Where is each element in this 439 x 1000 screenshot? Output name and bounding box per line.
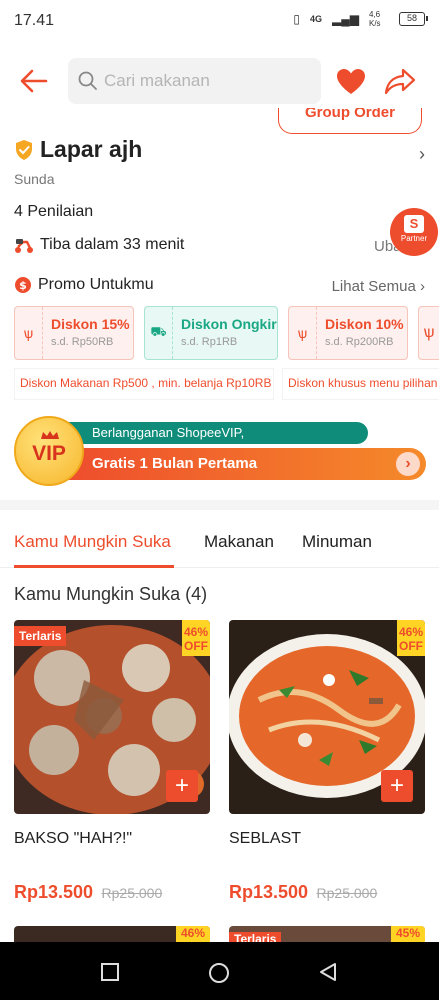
discount-badge: 45%	[391, 926, 425, 942]
product-price: Rp13.500 Rp25.000	[229, 882, 377, 903]
store-header: Lapar ajh › Sunda 4 Penilaian	[14, 136, 425, 221]
partner-label: Partner	[400, 234, 428, 243]
network-speed: 4,6 K/s	[369, 10, 381, 28]
tab-recommended[interactable]: Kamu Mungkin Suka	[14, 532, 171, 552]
best-seller-tag: Terlaris	[229, 932, 282, 942]
shopee-bag-icon: S	[404, 215, 424, 233]
network-type: 4G	[310, 14, 323, 24]
voucher-subtitle: s.d. Rp50RB	[51, 336, 114, 348]
voucher-icon-area: ѱ	[289, 307, 317, 359]
product-price-original: Rp25.000	[101, 885, 163, 901]
product-image-seblast[interactable]: 46% OFF +	[229, 620, 425, 814]
voucher-card[interactable]: ⛟ Diskon Ongkir s.d. Rp1RB	[144, 306, 278, 360]
fork-spoon-icon: ѱ	[423, 324, 435, 341]
voucher-card[interactable]: ѱ Diskon 15% s.d. Rp50RB	[14, 306, 134, 360]
signal-icon: ▂▄▆	[332, 12, 359, 26]
voucher-icon-area: ѱ	[15, 307, 43, 359]
product-card-peek[interactable]: Terlaris 45%	[229, 926, 425, 942]
store-name: Lapar ajh	[40, 136, 143, 162]
search-icon	[78, 71, 97, 90]
delivery-truck-icon: ⛟	[150, 324, 167, 339]
voucher-subtitle: s.d. Rp1RB	[181, 336, 238, 348]
section-divider	[0, 500, 439, 510]
vip-badge-text: VIP	[32, 442, 66, 465]
search-placeholder: Cari makanan	[104, 71, 210, 90]
shopee-vip-banner[interactable]: Berlangganan ShopeeVIP, Gratis 1 Bulan P…	[14, 416, 426, 486]
back-arrow-icon[interactable]	[18, 66, 50, 96]
add-to-cart-button[interactable]: +	[166, 770, 198, 802]
store-title-row[interactable]: Lapar ajh	[14, 136, 425, 163]
promo-description: Diskon khusus menu pilihan	[288, 376, 438, 390]
product-name: SEBLAST	[229, 830, 302, 847]
product-card[interactable]: 46% OFF + SEBLAST Rp13.500 Rp25.000	[229, 620, 425, 902]
store-ratings[interactable]: 4 Penilaian	[14, 203, 425, 221]
voucher-card-peek[interactable]: ѱ	[418, 306, 439, 360]
delivery-eta-text: Tiba dalam 33 menit	[40, 236, 185, 253]
top-bar: Cari makanan	[0, 52, 439, 110]
product-card-peek[interactable]: 46%	[14, 926, 210, 942]
delivery-scooter-icon	[15, 239, 33, 253]
product-card[interactable]: Terlaris 46% OFF + BAKSO "HAH?!" Rp13.500…	[14, 620, 210, 902]
system-nav-bar	[0, 942, 439, 1000]
active-tab-indicator	[14, 565, 174, 568]
tab-drinks[interactable]: Minuman	[302, 532, 372, 552]
menu-tabs: Kamu Mungkin Suka Makanan Minuman	[0, 518, 439, 568]
promo-coin-icon: $	[15, 277, 31, 293]
section-title: Kamu Mungkin Suka (4)	[14, 584, 208, 604]
voucher-title: Diskon Ongkir	[181, 316, 277, 332]
promo-heading: Promo Untukmu	[38, 276, 154, 293]
group-order-button[interactable]: Group Order	[278, 108, 422, 134]
recent-apps-icon[interactable]	[100, 962, 120, 982]
share-icon[interactable]	[384, 66, 416, 96]
voucher-title: Diskon 10%	[325, 316, 404, 332]
group-order-label: Group Order	[304, 108, 395, 121]
voucher-card[interactable]: ѱ Diskon 10% s.d. Rp200RB	[288, 306, 408, 360]
see-all-promo-link[interactable]: Lihat Semua ›	[332, 278, 425, 295]
crown-icon	[41, 431, 59, 439]
voucher-subtitle: s.d. Rp200RB	[325, 336, 394, 348]
shopee-partner-badge[interactable]: S Partner	[390, 208, 438, 256]
vip-subscribe-text: Berlangganan ShopeeVIP,	[64, 422, 368, 444]
best-seller-tag: Terlaris	[14, 626, 67, 646]
promo-header: $ Promo Untukmu Lihat Semua ›	[14, 276, 425, 295]
product-price: Rp13.500 Rp25.000	[14, 882, 162, 903]
status-bar: 17.41 ▯ 4G ▂▄▆ 4,6 K/s 58	[0, 0, 439, 44]
discount-badge: 46% OFF	[397, 620, 425, 656]
vip-offer-strip: Gratis 1 Bulan Pertama ›	[64, 448, 426, 480]
search-input[interactable]: Cari makanan	[68, 58, 321, 104]
fork-spoon-icon: ѱ	[297, 325, 308, 341]
product-name: BAKSO "HAH?!"	[14, 830, 133, 847]
vibrate-icon: ▯	[293, 12, 301, 26]
product-price-original: Rp25.000	[316, 885, 378, 901]
voucher-title: Diskon 15%	[51, 316, 130, 332]
back-triangle-icon[interactable]	[318, 962, 338, 982]
svg-text:$: $	[19, 279, 27, 292]
tab-food[interactable]: Makanan	[204, 532, 274, 552]
product-price-current: Rp13.500	[14, 882, 94, 902]
vip-offer-text: Gratis 1 Bulan Pertama	[92, 455, 258, 472]
home-icon[interactable]	[208, 962, 230, 984]
chevron-right-icon[interactable]: ›	[419, 144, 425, 165]
delivery-eta: Tiba dalam 33 menit	[14, 236, 184, 254]
status-icons: ▯ 4G ▂▄▆ 4,6 K/s 58	[293, 10, 428, 28]
promo-description: Diskon Makanan Rp500 , min. belanja Rp10…	[20, 376, 272, 390]
discount-badge: 46%	[176, 926, 210, 942]
vip-badge: VIP	[14, 416, 84, 486]
status-time: 17.41	[14, 12, 55, 29]
battery-icon: 58	[399, 12, 428, 26]
store-cuisine: Sunda	[14, 171, 55, 187]
product-price-current: Rp13.500	[229, 882, 309, 902]
favorite-heart-icon[interactable]	[336, 68, 366, 96]
fork-spoon-icon: ѱ	[23, 325, 34, 341]
add-to-cart-button[interactable]: +	[381, 770, 413, 802]
product-image-bakso[interactable]: Terlaris 46% OFF +	[14, 620, 210, 814]
voucher-icon-area: ⛟	[145, 307, 173, 359]
verified-shield-icon	[16, 139, 32, 160]
chevron-right-icon[interactable]: ›	[396, 452, 420, 476]
discount-badge: 46% OFF	[182, 620, 210, 656]
